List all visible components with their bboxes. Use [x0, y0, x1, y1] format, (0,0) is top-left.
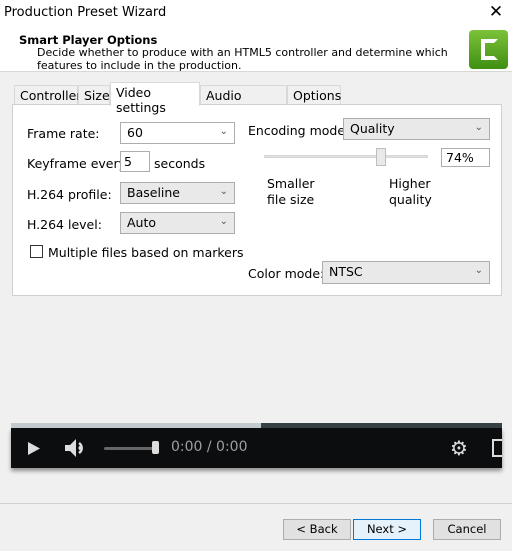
- title-bar: Production Preset Wizard ✕: [0, 0, 512, 28]
- encoding-mode-select[interactable]: Quality ⌄: [343, 118, 490, 140]
- wizard-header: Smart Player Options Decide whether to p…: [0, 28, 512, 72]
- quality-percent-input[interactable]: 74%: [441, 148, 490, 167]
- play-icon[interactable]: [27, 441, 41, 459]
- fullscreen-icon[interactable]: [492, 439, 502, 457]
- volume-slider-track[interactable]: [104, 447, 154, 450]
- higher-quality-label: Higher quality: [389, 176, 432, 207]
- back-button[interactable]: < Back: [283, 519, 351, 540]
- quality-slider-track[interactable]: [264, 155, 428, 158]
- tab-size[interactable]: Size: [78, 85, 110, 105]
- encoding-mode-value: Quality: [350, 121, 395, 136]
- level-label: H.264 level:: [27, 217, 102, 232]
- color-mode-select[interactable]: NTSC ⌄: [322, 261, 490, 284]
- camtasia-logo: [469, 30, 508, 69]
- profile-value: Baseline: [127, 185, 180, 200]
- multiple-files-label: Multiple files based on markers: [48, 245, 244, 260]
- tab-controller[interactable]: Controller: [14, 85, 82, 105]
- frame-rate-select[interactable]: 60 ⌄: [120, 122, 235, 144]
- chevron-down-icon: ⌄: [474, 122, 483, 133]
- tab-video-settings[interactable]: Video settings: [110, 82, 200, 115]
- tab-options[interactable]: Options: [287, 85, 341, 105]
- keyframe-label: Keyframe every:: [27, 156, 130, 171]
- quality-slider-thumb[interactable]: [376, 148, 387, 166]
- level-value: Auto: [127, 215, 157, 230]
- color-mode-label: Color mode:: [248, 266, 325, 281]
- smaller-file-size-label: Smaller file size: [267, 176, 315, 207]
- html5-player-controls: 0:00 / 0:00 ⚙: [11, 428, 502, 468]
- window-title: Production Preset Wizard: [4, 5, 167, 20]
- keyframe-unit: seconds: [154, 156, 206, 171]
- time-display: 0:00 / 0:00: [171, 439, 248, 455]
- close-icon[interactable]: ✕: [486, 2, 506, 22]
- next-button[interactable]: Next >: [353, 519, 421, 540]
- cancel-button[interactable]: Cancel: [433, 519, 501, 540]
- encoding-mode-label: Encoding mode:: [248, 123, 350, 138]
- gear-icon[interactable]: ⚙: [450, 438, 468, 458]
- keyframe-input[interactable]: 5: [120, 151, 150, 172]
- page-description: Decide whether to produce with an HTML5 …: [37, 46, 448, 72]
- level-select[interactable]: Auto ⌄: [120, 212, 235, 234]
- frame-rate-label: Frame rate:: [27, 126, 100, 141]
- volume-icon[interactable]: [64, 438, 88, 461]
- chevron-down-icon: ⌄: [219, 126, 228, 137]
- tab-audio-settings[interactable]: Audio settings: [200, 85, 287, 118]
- chevron-down-icon: ⌄: [219, 186, 228, 197]
- profile-label: H.264 profile:: [27, 187, 112, 202]
- color-mode-value: NTSC: [329, 264, 363, 279]
- page-title: Smart Player Options: [19, 33, 158, 47]
- profile-select[interactable]: Baseline ⌄: [120, 182, 235, 204]
- volume-slider-thumb[interactable]: [152, 441, 159, 454]
- frame-rate-value: 60: [127, 125, 143, 140]
- chevron-down-icon: ⌄: [219, 216, 228, 227]
- multiple-files-checkbox[interactable]: [30, 245, 43, 258]
- divider: [0, 503, 512, 504]
- chevron-down-icon: ⌄: [474, 265, 483, 276]
